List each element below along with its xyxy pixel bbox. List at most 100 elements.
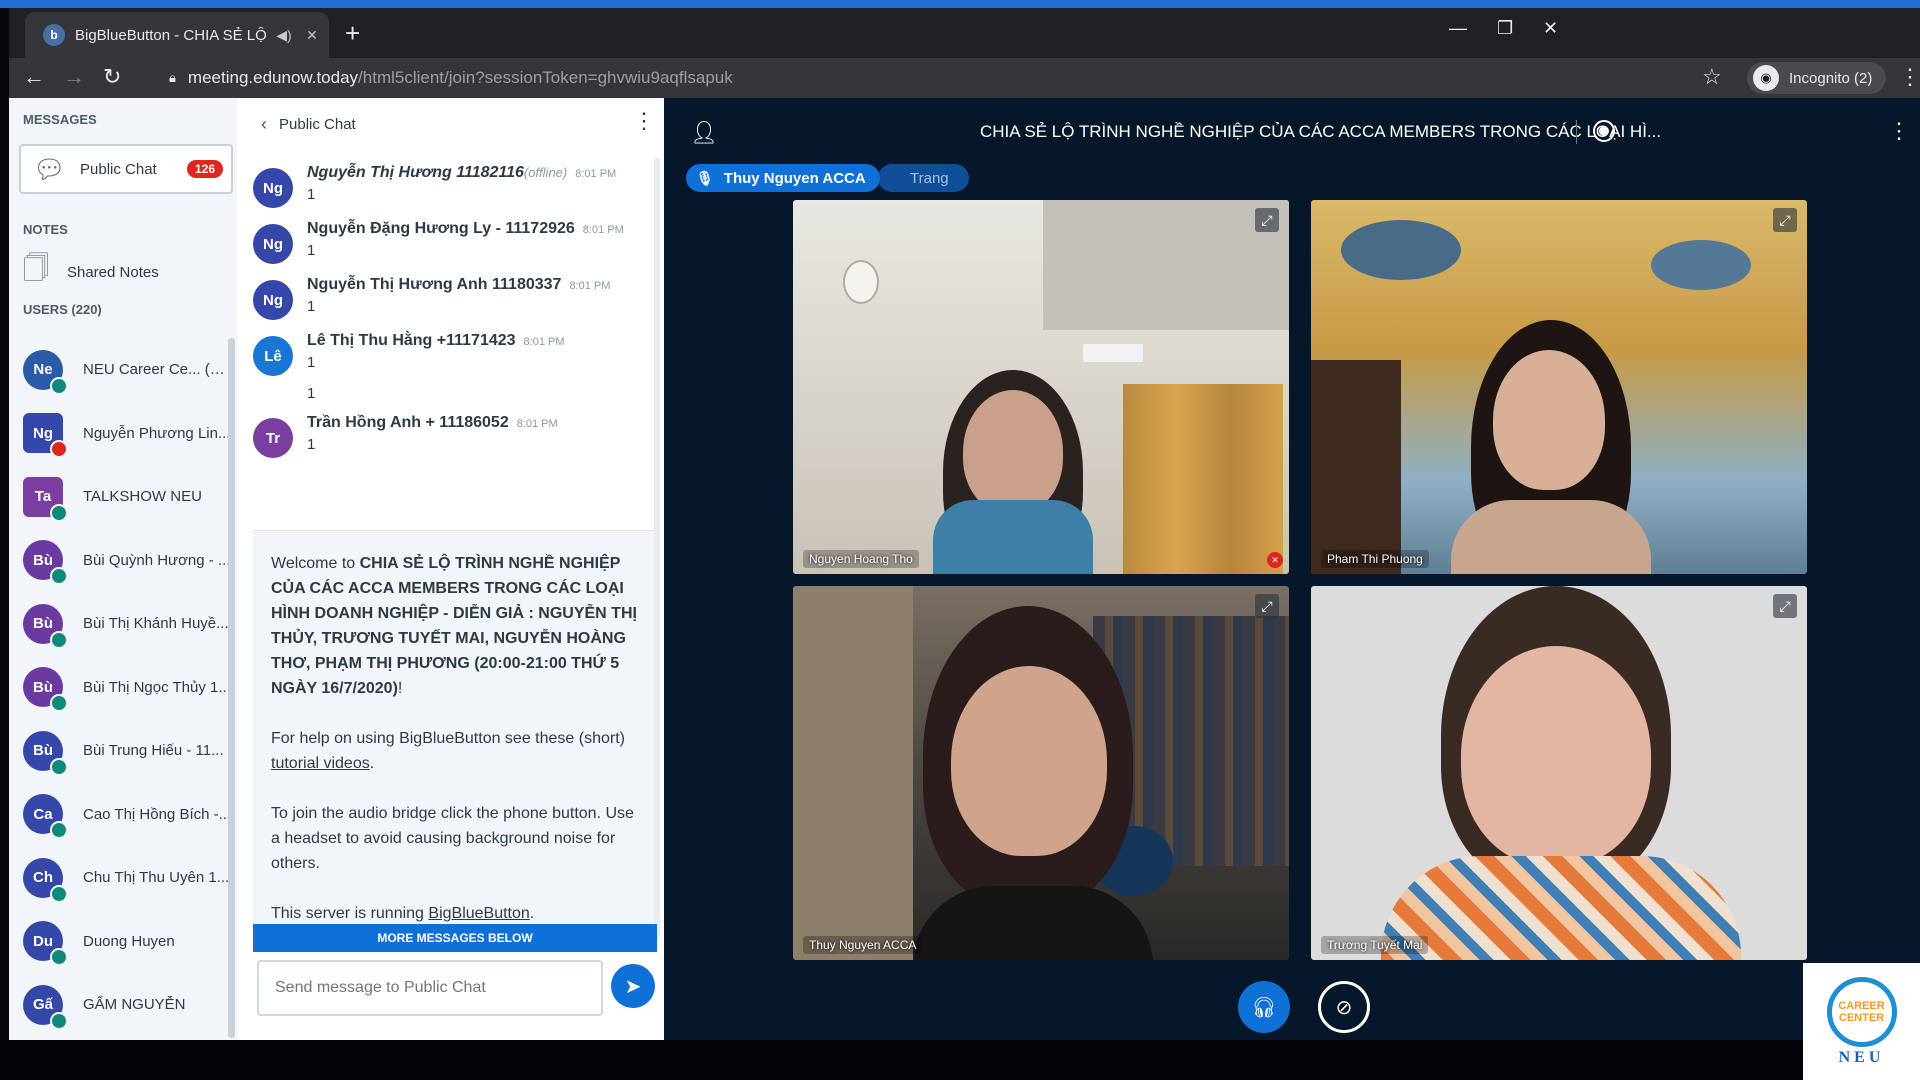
join-audio-button[interactable]: 🎧︎ xyxy=(1238,981,1290,1033)
user-name: NEU Career Ce... (You) xyxy=(83,361,233,379)
user-status-icon xyxy=(50,821,68,840)
sender-name: Trần Hồng Anh + 11186052 xyxy=(307,414,509,431)
user-list-item[interactable]: Du Duong Huyen xyxy=(23,910,233,974)
fullscreen-icon[interactable]: ⤢ xyxy=(1773,594,1797,618)
video-tile[interactable]: Pham Thi Phuong ⤢ xyxy=(1311,200,1807,574)
public-chat-item[interactable]: 💬︎ Public Chat 126 xyxy=(19,144,233,194)
user-status-icon xyxy=(50,757,68,776)
bigbluebutton-link[interactable]: BigBlueButton xyxy=(428,905,529,922)
url-path: /html5client/join?sessionToken=ghvwiu9aq… xyxy=(358,68,733,87)
video-name-label[interactable]: Thuy Nguyen ACCA xyxy=(803,936,923,954)
message-sender: Nguyễn Thị Hương Anh 11180337 8:01 PM xyxy=(307,276,610,294)
new-tab-icon[interactable]: + xyxy=(345,20,360,46)
user-name: Chu Thị Thu Uyên 1... xyxy=(83,869,230,887)
title-separator xyxy=(1576,120,1577,144)
browser-toolbar: ← → ↻ 🔒︎ meeting.edunow.today /html5clie… xyxy=(9,58,1920,98)
message-body: Nguyễn Thị Hương Anh 11180337 8:01 PM 1 xyxy=(307,276,610,320)
sidebar-scrollbar[interactable] xyxy=(228,338,235,1038)
user-list-item[interactable]: Ng Nguyễn Phương Lin... xyxy=(23,402,233,466)
fullscreen-icon[interactable]: ⤢ xyxy=(1255,594,1279,618)
message-text: 1 xyxy=(307,242,316,259)
message-sender: Lê Thị Thu Hằng +11171423 8:01 PM xyxy=(307,332,565,350)
avatar-initials: Ne xyxy=(33,361,53,379)
address-bar[interactable]: 🔒︎ meeting.edunow.today /html5client/joi… xyxy=(159,62,1699,94)
send-message-button[interactable]: ➤ xyxy=(611,964,655,1008)
user-name: Nguyễn Phương Lin... xyxy=(83,424,231,442)
user-name: Bùi Thị Ngọc Thủy 1... xyxy=(83,678,231,696)
chat-bubble-icon: 💬︎ xyxy=(33,153,67,184)
browser-top-accent xyxy=(0,0,1920,8)
user-list-item[interactable]: Gấ GẤM NGUYỄN xyxy=(23,973,233,1037)
tab-title: BigBlueButton - CHIA SẺ LỘ xyxy=(75,26,267,44)
server-suffix: . xyxy=(529,905,535,922)
forward-icon[interactable]: → xyxy=(63,64,85,90)
maximize-icon[interactable]: ❐ xyxy=(1497,18,1513,39)
avatar-initials: Ng xyxy=(33,424,53,442)
toggle-user-list-icon[interactable]: 👤︎ xyxy=(690,120,718,146)
message-avatar: Ng xyxy=(253,280,293,320)
message-text: 1 xyxy=(307,186,316,203)
user-list-item[interactable]: Ne NEU Career Ce... (You) xyxy=(23,338,233,402)
notes-heading: NOTES xyxy=(23,222,68,237)
user-name: Duong Huyen xyxy=(83,932,175,950)
incognito-button[interactable]: ◉ Incognito (2) xyxy=(1747,62,1887,94)
user-avatar: Bù xyxy=(23,667,68,713)
shared-notes-item[interactable]: 🗍 Shared Notes xyxy=(23,250,159,294)
video-name-label[interactable]: Trương Tuyết Mai xyxy=(1321,936,1429,954)
chat-options-icon[interactable]: ⋮ xyxy=(633,108,655,134)
avatar-initials: Ng xyxy=(263,179,283,197)
avatar-initials: Bù xyxy=(33,742,53,760)
user-status-icon xyxy=(50,948,68,967)
share-webcam-button[interactable]: ⊘ xyxy=(1318,981,1370,1033)
tutorial-videos-link[interactable]: tutorial videos xyxy=(271,755,370,772)
recording-indicator-icon[interactable] xyxy=(1593,120,1615,142)
chevron-left-icon[interactable]: ‹ xyxy=(261,114,267,135)
welcome-suffix: ! xyxy=(397,680,403,697)
user-list-item[interactable]: Bù Bùi Trung Hiếu - 11... xyxy=(23,719,233,783)
user-avatar: Ca xyxy=(23,794,68,840)
fullscreen-icon[interactable]: ⤢ xyxy=(1773,208,1797,232)
browser-tab-bar: b BigBlueButton - CHIA SẺ LỘ ◀) ✕ + — ❐ … xyxy=(9,8,1920,58)
video-tile[interactable]: Trương Tuyết Mai ⤢ xyxy=(1311,586,1807,960)
avatar-initials: Lê xyxy=(264,347,282,365)
user-list-item[interactable]: Bù Bùi Thị Ngọc Thủy 1... xyxy=(23,656,233,720)
user-status-icon xyxy=(50,630,68,649)
microphone-icon: 🎙︎ xyxy=(696,169,714,186)
chat-message-list: Ng Nguyễn Thị Hương 11182116(offline) 8:01… xyxy=(253,164,643,470)
talking-indicator-other[interactable]: Trang xyxy=(878,164,969,192)
window-close-icon[interactable]: ✕ xyxy=(1543,18,1558,39)
tab-close-icon[interactable]: ✕ xyxy=(301,27,323,44)
message-sender: Nguyễn Đặng Hương Ly - 11172926 8:01 PM xyxy=(307,220,624,238)
tab-audio-icon[interactable]: ◀) xyxy=(273,27,295,44)
user-list-item[interactable]: Ca Cao Thị Hồng Bích -... xyxy=(23,783,233,847)
message-body: Trần Hồng Anh + 11186052 8:01 PM 1 xyxy=(307,414,558,458)
minimize-icon[interactable]: — xyxy=(1449,18,1467,39)
chat-message: Ng Nguyễn Thị Hương 11182116(offline) 8:01… xyxy=(253,164,643,208)
video-name-label[interactable]: Nguyen Hoang Tho xyxy=(803,550,919,568)
chat-title: Public Chat xyxy=(279,116,356,133)
user-list-item[interactable]: Ch Chu Thị Thu Uyên 1... xyxy=(23,846,233,910)
message-time: 8:01 PM xyxy=(569,280,611,292)
chat-message-input[interactable] xyxy=(257,960,603,1016)
message-sender: Trần Hồng Anh + 11186052 8:01 PM xyxy=(307,414,558,432)
meeting-options-icon[interactable]: ⋮ xyxy=(1888,118,1910,144)
user-status-icon xyxy=(50,884,68,903)
video-tile[interactable]: Nguyen Hoang Tho ⤢ ✕ xyxy=(793,200,1289,574)
user-list-item[interactable]: Ta TALKSHOW NEU xyxy=(23,465,233,529)
reload-icon[interactable]: ↻ xyxy=(103,64,121,90)
user-list-item[interactable]: Bù Bùi Quỳnh Hương - ... xyxy=(23,529,233,593)
user-list-item[interactable]: Bù Bùi Thị Khánh Huyề... xyxy=(23,592,233,656)
chat-scrollbar[interactable] xyxy=(654,158,660,938)
video-name-label[interactable]: Pham Thi Phuong xyxy=(1321,550,1429,568)
browser-menu-icon[interactable]: ⋮ xyxy=(1899,64,1920,90)
bookmark-star-icon[interactable]: ☆ xyxy=(1702,64,1722,90)
chat-header[interactable]: ‹ Public Chat xyxy=(261,114,356,135)
fullscreen-icon[interactable]: ⤢ xyxy=(1255,208,1279,232)
back-icon[interactable]: ← xyxy=(23,64,45,90)
video-tile[interactable]: Thuy Nguyen ACCA ⤢ xyxy=(793,586,1289,960)
talking-indicator-active[interactable]: 🎙︎ Thuy Nguyen ACCA xyxy=(686,164,880,192)
more-messages-below-button[interactable]: MORE MESSAGES BELOW xyxy=(253,924,657,952)
browser-tab[interactable]: b BigBlueButton - CHIA SẺ LỘ ◀) ✕ xyxy=(25,12,329,58)
muted-mic-icon: ✕ xyxy=(1267,552,1283,568)
user-name: Cao Thị Hồng Bích -... xyxy=(83,805,232,823)
